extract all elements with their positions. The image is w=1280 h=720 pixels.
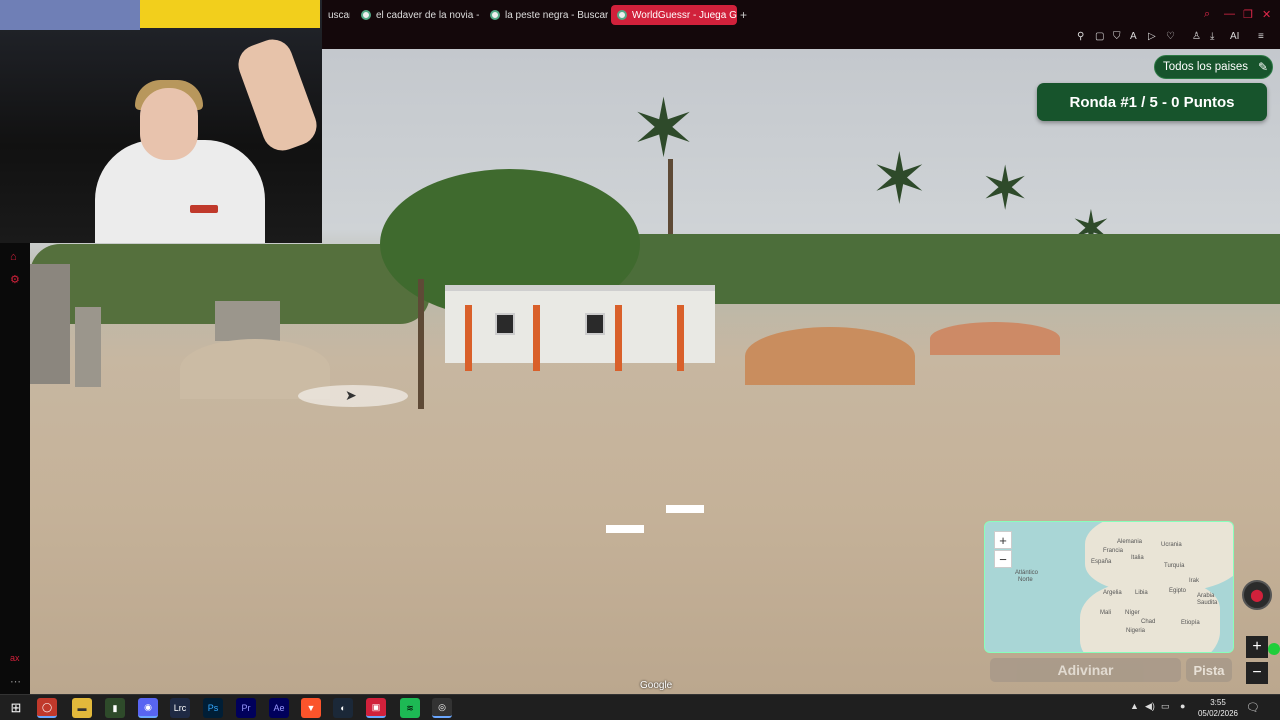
translate-icon[interactable]: A <box>1130 31 1137 42</box>
maximize-icon[interactable]: ❐ <box>1243 8 1253 21</box>
screenshot-icon[interactable]: ▢ <box>1095 31 1104 42</box>
browser-tab-active[interactable]: WorldGuessr - Juega Geo <box>611 5 737 25</box>
map-label: Alemania <box>1117 539 1143 545</box>
guess-button[interactable]: Adivinar <box>990 658 1181 682</box>
compass-icon[interactable]: ⬤ <box>1242 580 1272 610</box>
download-icon[interactable]: ⤓ <box>1210 31 1214 42</box>
after-effects-icon[interactable]: Ae <box>269 698 289 718</box>
windows-start-icon[interactable]: ⊞ <box>6 698 26 718</box>
map-zoom-in-button[interactable]: + <box>994 531 1012 549</box>
map-zoom-out-button[interactable]: − <box>994 550 1012 568</box>
network-icon[interactable]: ▭ <box>1161 701 1170 712</box>
browser-tab[interactable]: el cadaver de la novia - Bu <box>355 5 480 25</box>
street-zoom-in-button[interactable]: + <box>1246 636 1268 658</box>
palm-tree: ✶ <box>630 84 698 173</box>
clock-time: 3:55 <box>1210 698 1226 707</box>
sidebar-icon[interactable]: ax <box>10 653 20 663</box>
map-label: Chad <box>1141 619 1156 625</box>
block-wall <box>215 301 280 341</box>
search-icon[interactable]: ⌕ <box>1204 8 1210 21</box>
tree-trunk <box>418 279 424 409</box>
map-label: Mali <box>1100 610 1112 616</box>
home-icon[interactable]: ⌂ <box>10 251 17 263</box>
map-label: Italia <box>1131 555 1144 561</box>
notification-icon[interactable]: 🗨 <box>1246 701 1260 714</box>
palm-tree: ✶ <box>980 155 1031 222</box>
obs-icon[interactable]: ◎ <box>432 698 452 718</box>
map-label: Níger <box>1125 610 1140 616</box>
play-icon[interactable]: ▷ <box>1148 31 1156 42</box>
road-marker <box>606 525 644 533</box>
webcam-overlay <box>0 0 322 243</box>
file-explorer-icon[interactable]: ▬ <box>72 698 92 718</box>
block-wall <box>75 307 101 387</box>
map-label: Irak <box>1189 578 1200 584</box>
map-label: Turquía <box>1164 563 1185 569</box>
photoshop-icon[interactable]: Ps <box>203 698 223 718</box>
steam-icon[interactable]: ◐ <box>333 698 353 718</box>
map-label: Etiopía <box>1181 620 1200 626</box>
settings-icon[interactable]: ⚙ <box>10 273 20 286</box>
shield-icon[interactable]: ⛉ <box>1113 31 1121 42</box>
map-label: Libia <box>1135 590 1148 596</box>
map-label: Arabia <box>1197 593 1215 599</box>
palm-tree: ✶ <box>870 140 929 218</box>
hint-button[interactable]: Pista <box>1186 658 1232 682</box>
arrow-icon: ➤ <box>345 387 357 403</box>
pencil-icon: ✎ <box>1258 60 1269 74</box>
map-label: Francia <box>1103 548 1124 554</box>
heart-icon[interactable]: ♡ <box>1166 31 1175 42</box>
map-label: Nigeria <box>1126 628 1146 634</box>
premiere-icon[interactable]: Pr <box>236 698 256 718</box>
map-label: Ucrania <box>1161 542 1182 548</box>
map-label: Atlántico <box>1015 570 1039 576</box>
clock[interactable]: 3:55 05/02/2026 <box>1196 697 1240 719</box>
street-zoom-out-button[interactable]: − <box>1246 662 1268 684</box>
new-tab-button[interactable]: + <box>740 8 747 22</box>
map-label: Saudita <box>1197 600 1218 606</box>
lightroom-icon[interactable]: Lrc <box>170 698 190 718</box>
block-wall <box>30 264 70 384</box>
pin-icon[interactable]: ⚲ <box>1077 31 1084 42</box>
account-icon[interactable]: ♙ <box>1192 31 1201 42</box>
clock-date: 05/02/2026 <box>1197 709 1239 718</box>
minimize-icon[interactable]: — <box>1224 8 1235 20</box>
volume-icon[interactable]: ◀) <box>1145 701 1155 712</box>
map-label: Argelia <box>1103 590 1122 596</box>
house <box>445 285 715 371</box>
tray-expand-icon[interactable]: ▲ <box>1130 701 1139 711</box>
menu-icon[interactable]: ≡ <box>1258 31 1264 42</box>
google-icon <box>361 10 371 20</box>
guess-minimap[interactable]: Alemania Francia España Italia Turquía U… <box>984 521 1234 653</box>
map-label: Egipto <box>1169 588 1187 594</box>
brave-icon[interactable]: ▼ <box>301 698 321 718</box>
app-icon[interactable]: ▣ <box>366 698 386 718</box>
discord-icon[interactable]: ◉ <box>138 698 158 718</box>
country-filter-button[interactable]: Todos los paises ✎ <box>1154 55 1273 79</box>
round-status: Ronda #1 / 5 - 0 Puntos <box>1037 83 1267 121</box>
spotify-icon[interactable]: ≋ <box>400 698 420 718</box>
sand-pile <box>930 322 1060 355</box>
globe-icon <box>617 10 627 20</box>
taskbar: ⊞ ◯ ▬ ▮ ◉ Lrc Ps Pr Ae ▼ ◐ ▣ ≋ ◎ ▲ ◀) ▭ … <box>0 694 1280 720</box>
browser-tab[interactable]: uscar <box>322 5 350 25</box>
browser-sidebar: ⌂ ⚙ ax ⋯ <box>0 243 30 694</box>
close-icon[interactable]: ✕ <box>1262 8 1271 21</box>
browser-tab[interactable]: la peste negra - Buscar co <box>484 5 608 25</box>
opera-gx-icon[interactable]: ◯ <box>37 698 57 718</box>
ai-button[interactable]: AI <box>1230 31 1239 42</box>
road-marker <box>666 505 704 513</box>
microphone-icon[interactable]: ● <box>1180 701 1185 711</box>
map-label: Norte <box>1018 577 1033 583</box>
google-logo: Google <box>640 680 673 691</box>
app-icon[interactable]: ▮ <box>105 698 125 718</box>
status-dot <box>1268 643 1280 655</box>
more-icon[interactable]: ⋯ <box>10 675 21 688</box>
google-icon <box>490 10 500 20</box>
sand-pile <box>745 327 915 385</box>
map-label: España <box>1091 559 1112 565</box>
